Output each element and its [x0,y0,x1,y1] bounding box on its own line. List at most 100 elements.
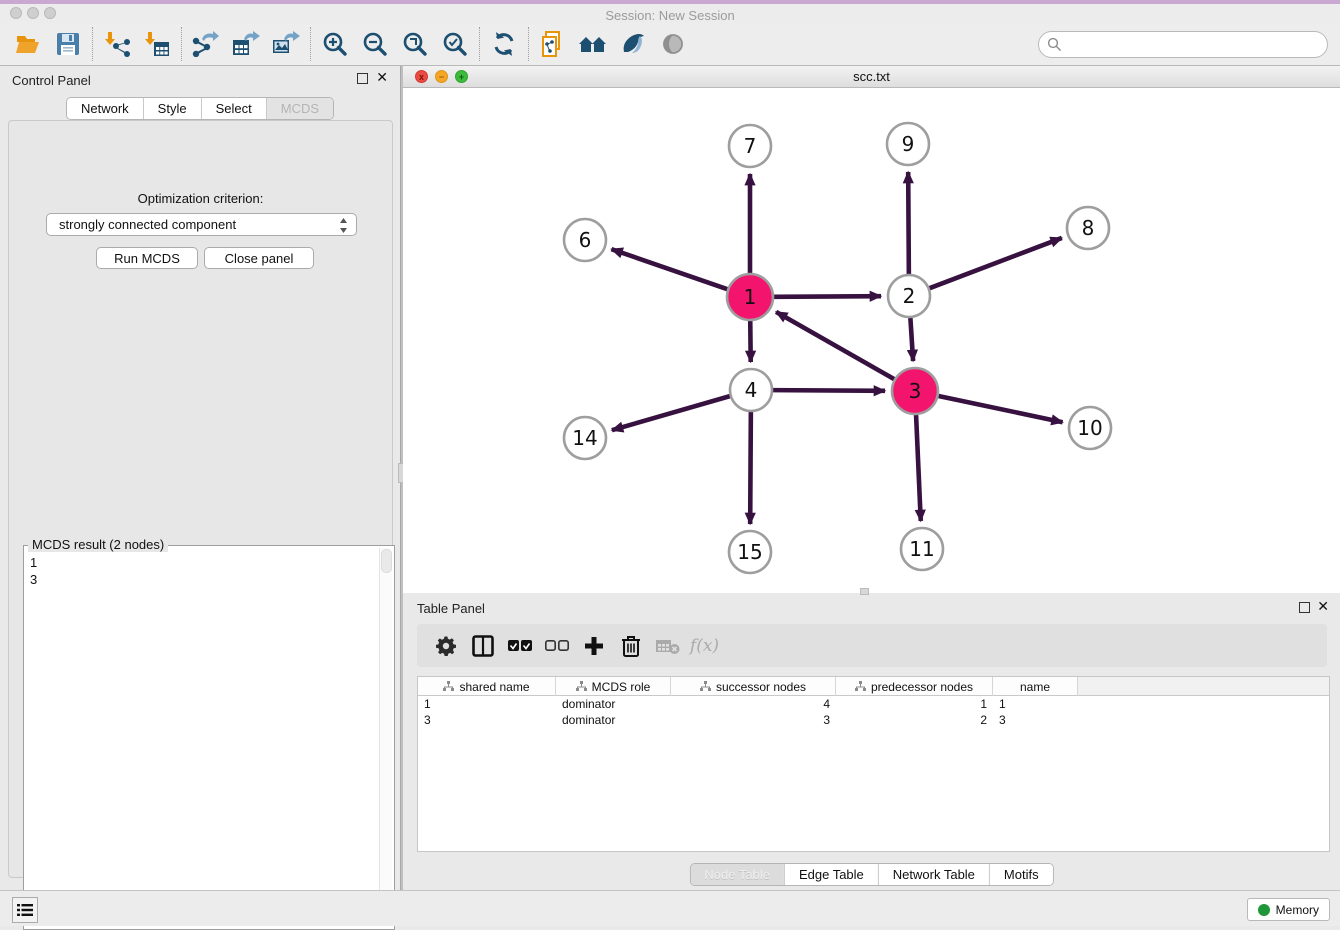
table-row[interactable]: 3dominator323 [418,712,1329,728]
table-cell[interactable]: 1 [418,696,556,712]
table-cell[interactable]: 2 [836,712,993,728]
search-input[interactable] [1038,31,1328,58]
open-file-button[interactable] [8,25,48,63]
refresh-button[interactable] [484,25,524,63]
column-header-MCDS-role[interactable]: MCDS role [556,677,671,696]
home-button[interactable] [573,25,613,63]
node-1[interactable]: 1 [727,274,773,320]
list-icon [17,903,33,917]
edge-2-3[interactable] [910,318,913,361]
table-cell[interactable]: dominator [556,696,671,712]
float-panel-icon[interactable] [357,73,368,84]
edge-3-1[interactable] [776,312,894,379]
table-settings-button[interactable] [427,628,464,664]
scrollbar-thumb[interactable] [381,549,392,573]
column-label: predecessor nodes [871,680,973,694]
table-panel-title: Table Panel [417,601,485,616]
task-history-button[interactable] [12,897,38,923]
run-mcds-button[interactable]: Run MCDS [96,247,198,269]
edge-3-11[interactable] [916,415,921,521]
node-14[interactable]: 14 [564,417,606,459]
deselect-all-button[interactable] [538,628,575,664]
splitter-grip[interactable] [860,588,869,595]
node-7[interactable]: 7 [729,125,771,167]
table-row[interactable]: 1dominator411 [418,696,1329,712]
zoom-selected-icon [442,31,468,57]
edge-2-8[interactable] [930,238,1062,288]
edge-4-15[interactable] [750,412,751,524]
columns-icon [472,635,494,657]
table-cell[interactable]: 1 [993,696,1078,712]
node-10[interactable]: 10 [1069,407,1111,449]
node-table: shared nameMCDS rolesuccessor nodes prede… [417,676,1330,852]
edge-4-3[interactable] [773,390,885,391]
float-panel-icon[interactable] [1299,602,1310,613]
column-header-successor-nodes[interactable]: successor nodes [671,677,836,696]
mcds-result-text[interactable]: 1 3 [30,554,37,588]
duplicate-network-button[interactable] [533,25,573,63]
network-graph[interactable]: 7 9 6 8 1 2 4 3 14 10 15 11 [403,88,1340,593]
network-canvas[interactable]: 7 9 6 8 1 2 4 3 14 10 15 11 [403,88,1340,593]
paint-button[interactable] [613,25,653,63]
export-network-icon [192,31,220,57]
node-15[interactable]: 15 [729,531,771,573]
node-2[interactable]: 2 [888,275,930,317]
edge-2-9[interactable] [908,172,909,274]
save-session-button[interactable] [48,25,88,63]
show-columns-button[interactable] [464,628,501,664]
delete-column-button[interactable] [612,628,649,664]
function-builder-button[interactable]: f(x) [686,628,723,664]
node-label: 4 [745,378,758,402]
zoom-out-button[interactable] [355,25,395,63]
table-cell[interactable]: 3 [671,712,836,728]
table-cell[interactable]: 3 [418,712,556,728]
import-table-button[interactable] [137,25,177,63]
export-network-button[interactable] [186,25,226,63]
delete-table-button[interactable] [649,628,686,664]
tab-network[interactable]: Network [67,98,143,119]
select-all-icon [508,640,532,652]
memory-button[interactable]: Memory [1247,898,1330,921]
add-column-button[interactable] [575,628,612,664]
tab-network-table[interactable]: Network Table [878,864,989,885]
criterion-dropdown[interactable]: strongly connected component [46,213,357,236]
node-11[interactable]: 11 [901,528,943,570]
node-9[interactable]: 9 [887,123,929,165]
import-network-button[interactable] [97,25,137,63]
edge-4-14[interactable] [612,396,730,430]
table-cell[interactable]: 3 [993,712,1078,728]
node-8[interactable]: 8 [1067,207,1109,249]
node-6[interactable]: 6 [564,219,606,261]
scrollbar[interactable] [379,548,392,926]
tab-select[interactable]: Select [201,98,266,119]
tab-node-table[interactable]: Node Table [690,864,784,885]
tab-motifs[interactable]: Motifs [989,864,1053,885]
tab-edge-table[interactable]: Edge Table [784,864,878,885]
close-panel-icon[interactable]: ✕ [376,71,388,83]
node-4[interactable]: 4 [730,369,772,411]
edge-1-6[interactable] [611,249,727,289]
column-header-name[interactable]: name [993,677,1078,696]
zoom-selected-button[interactable] [435,25,475,63]
eye-button[interactable] [653,25,693,63]
node-3[interactable]: 3 [892,368,938,414]
search-container [1038,31,1328,58]
column-header-shared-name[interactable]: shared name [418,677,556,696]
select-all-button[interactable] [501,628,538,664]
table-cell[interactable]: dominator [556,712,671,728]
close-panel-icon[interactable]: ✕ [1317,600,1329,612]
zoom-in-button[interactable] [315,25,355,63]
table-body: 1dominator4113dominator323 [418,696,1329,728]
edge-1-2[interactable] [774,296,881,297]
zoom-fit-button[interactable] [395,25,435,63]
table-cell[interactable]: 1 [836,696,993,712]
export-table-button[interactable] [226,25,266,63]
table-cell[interactable]: 4 [671,696,836,712]
edge-3-10[interactable] [938,396,1062,422]
tab-style[interactable]: Style [143,98,201,119]
toolbar-separator [310,27,311,61]
close-panel-button[interactable]: Close panel [204,247,314,269]
export-image-button[interactable] [266,25,306,63]
tab-mcds[interactable]: MCDS [266,98,333,119]
column-header-predecessor-nodes[interactable]: predecessor nodes [836,677,993,696]
